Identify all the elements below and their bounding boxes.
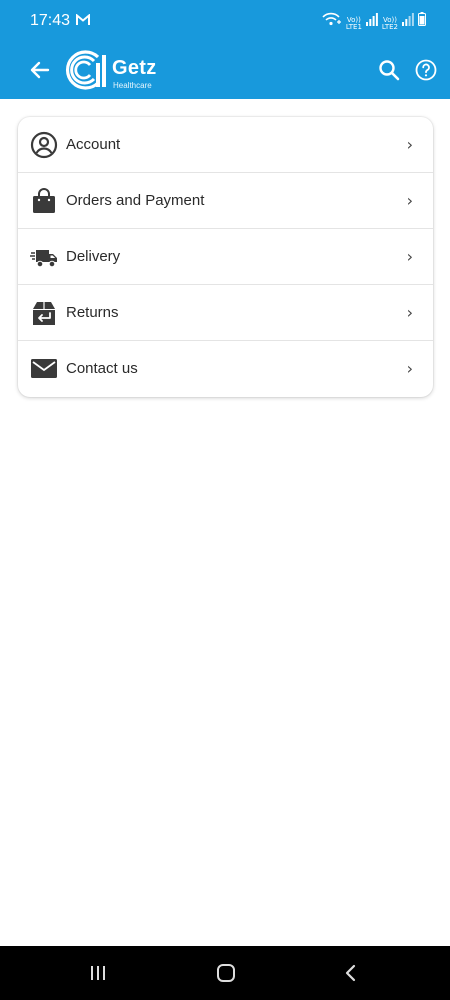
chevron-right-icon: ›	[406, 135, 413, 154]
search-icon[interactable]	[377, 58, 401, 82]
system-back-icon[interactable]	[343, 963, 359, 988]
wifi-calling-icon	[322, 12, 342, 31]
menu-item-label: Delivery	[66, 248, 121, 265]
chevron-right-icon: ›	[406, 247, 413, 266]
chevron-right-icon: ›	[406, 191, 413, 210]
status-bar: 17:43 Vo)) LTE1 Vo)) LTE2	[0, 0, 450, 42]
back-arrow-icon[interactable]	[28, 58, 52, 82]
menu-item-label: Contact us	[66, 359, 138, 377]
return-box-icon	[30, 299, 58, 327]
account-menu-card: Account › Orders and Payment › Delivery …	[18, 117, 433, 397]
help-icon[interactable]	[414, 58, 438, 82]
delivery-truck-icon	[30, 243, 58, 271]
account-circle-icon	[30, 131, 58, 159]
menu-item-contact-us[interactable]: Contact us ›	[18, 341, 433, 395]
chevron-right-icon: ›	[406, 303, 413, 322]
chevron-right-icon: ›	[406, 358, 413, 378]
menu-item-label: Account	[66, 136, 121, 153]
mail-icon	[30, 354, 58, 382]
menu-item-label: Returns	[66, 304, 119, 321]
signal-2-icon	[402, 13, 414, 31]
menu-item-orders-and-payment[interactable]: Orders and Payment ›	[18, 173, 433, 229]
system-nav-bar	[0, 946, 450, 1000]
battery-icon	[418, 12, 426, 31]
recents-icon[interactable]	[88, 964, 108, 987]
sim1-label: Vo)) LTE1	[345, 16, 362, 31]
status-icons: Vo)) LTE1 Vo)) LTE2	[322, 12, 426, 31]
home-icon[interactable]	[216, 963, 236, 988]
menu-item-delivery[interactable]: Delivery ›	[18, 229, 433, 285]
shopping-bag-icon	[30, 187, 58, 215]
signal-1-icon	[365, 13, 378, 31]
getz-logo-mark-icon	[65, 50, 106, 90]
menu-item-label: Orders and Payment	[66, 192, 205, 209]
status-time: 17:43	[30, 12, 71, 29]
getz-healthcare-logo: Getz Healthcare	[60, 49, 170, 91]
menu-item-account[interactable]: Account ›	[18, 117, 433, 173]
logo-subtitle: Healthcare	[113, 81, 152, 90]
menu-item-returns[interactable]: Returns ›	[18, 285, 433, 341]
app-bar: Getz Healthcare	[0, 42, 450, 99]
gmail-notification-icon	[76, 13, 90, 31]
logo-wordmark: Getz	[112, 57, 157, 79]
sim2-label: Vo)) LTE2	[381, 16, 398, 31]
app-header: 17:43 Vo)) LTE1 Vo)) LTE2 Getz Healthcar…	[0, 0, 450, 99]
